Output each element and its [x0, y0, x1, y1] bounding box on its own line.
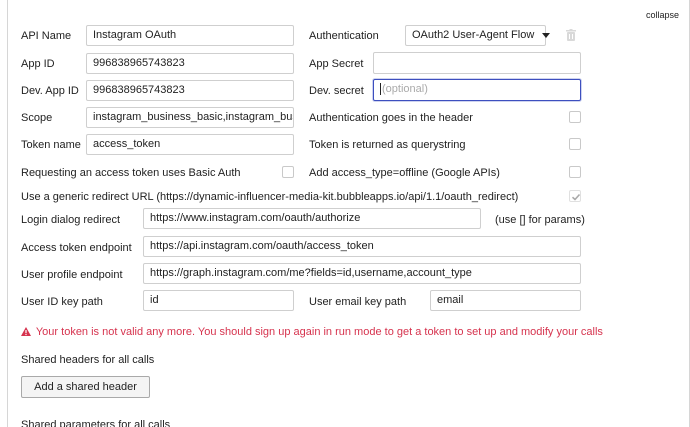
app-secret-input[interactable]: [373, 52, 581, 74]
checkmark-icon: [571, 193, 581, 201]
user-email-path-input[interactable]: email: [430, 290, 581, 311]
generic-redirect-checkbox[interactable]: [569, 190, 581, 202]
api-name-label: API Name: [21, 30, 72, 42]
add-shared-header-button[interactable]: Add a shared header: [21, 376, 150, 398]
profile-endpoint-input[interactable]: https://graph.instagram.com/me?fields=id…: [143, 263, 581, 284]
login-dialog-hint: (use [] for params): [495, 214, 585, 226]
dev-app-id-label: Dev. App ID: [21, 85, 79, 97]
scope-input[interactable]: instagram_business_basic,instagram_busir: [86, 107, 294, 128]
access-type-offline-label: Add access_type=offline (Google APIs): [309, 167, 500, 179]
token-name-input[interactable]: access_token: [86, 134, 294, 155]
token-name-label: Token name: [21, 139, 81, 151]
warning-triangle-icon: [21, 327, 31, 336]
basic-auth-checkbox[interactable]: [282, 166, 294, 178]
token-endpoint-input[interactable]: https://api.instagram.com/oauth/access_t…: [143, 236, 581, 257]
login-dialog-label: Login dialog redirect: [21, 214, 121, 226]
collapse-link[interactable]: collapse: [646, 10, 679, 20]
auth-in-header-checkbox[interactable]: [569, 111, 581, 123]
dev-secret-placeholder: (optional): [382, 83, 428, 95]
authentication-label: Authentication: [309, 30, 379, 42]
app-id-input[interactable]: 996838965743823: [86, 53, 294, 74]
app-secret-label: App Secret: [309, 58, 364, 70]
authentication-select[interactable]: OAuth2 User-Agent Flow: [405, 25, 551, 46]
shared-headers-label: Shared headers for all calls: [21, 354, 155, 366]
api-name-input[interactable]: Instagram OAuth: [86, 25, 294, 46]
auth-in-header-label: Authentication goes in the header: [309, 112, 473, 124]
token-endpoint-label: Access token endpoint: [21, 242, 132, 254]
user-id-path-input[interactable]: id: [143, 290, 294, 311]
app-id-label: App ID: [21, 58, 55, 70]
profile-endpoint-label: User profile endpoint: [21, 269, 123, 281]
dev-secret-label: Dev. secret: [309, 85, 364, 97]
user-id-path-label: User ID key path: [21, 296, 103, 308]
dev-app-id-input[interactable]: 996838965743823: [86, 80, 294, 101]
user-email-path-label: User email key path: [309, 296, 407, 308]
token-warning: Your token is not valid any more. You sh…: [21, 325, 603, 339]
text-caret: [380, 83, 381, 96]
token-warning-text: Your token is not valid any more. You sh…: [35, 326, 603, 338]
login-dialog-input[interactable]: https://www.instagram.com/oauth/authoriz…: [143, 208, 481, 229]
access-type-offline-checkbox[interactable]: [569, 166, 581, 178]
dev-secret-input[interactable]: (optional): [373, 79, 581, 101]
authentication-selected-value: OAuth2 User-Agent Flow: [412, 29, 535, 41]
token-querystring-label: Token is returned as querystring: [309, 139, 466, 151]
token-querystring-checkbox[interactable]: [569, 138, 581, 150]
generic-redirect-label: Use a generic redirect URL (https://dyna…: [21, 191, 519, 203]
dropdown-arrow-icon: [542, 32, 551, 38]
basic-auth-label: Requesting an access token uses Basic Au…: [21, 167, 241, 179]
scope-label: Scope: [21, 112, 53, 124]
shared-params-label: Shared parameters for all calls: [21, 419, 171, 427]
trash-icon[interactable]: [566, 29, 576, 44]
